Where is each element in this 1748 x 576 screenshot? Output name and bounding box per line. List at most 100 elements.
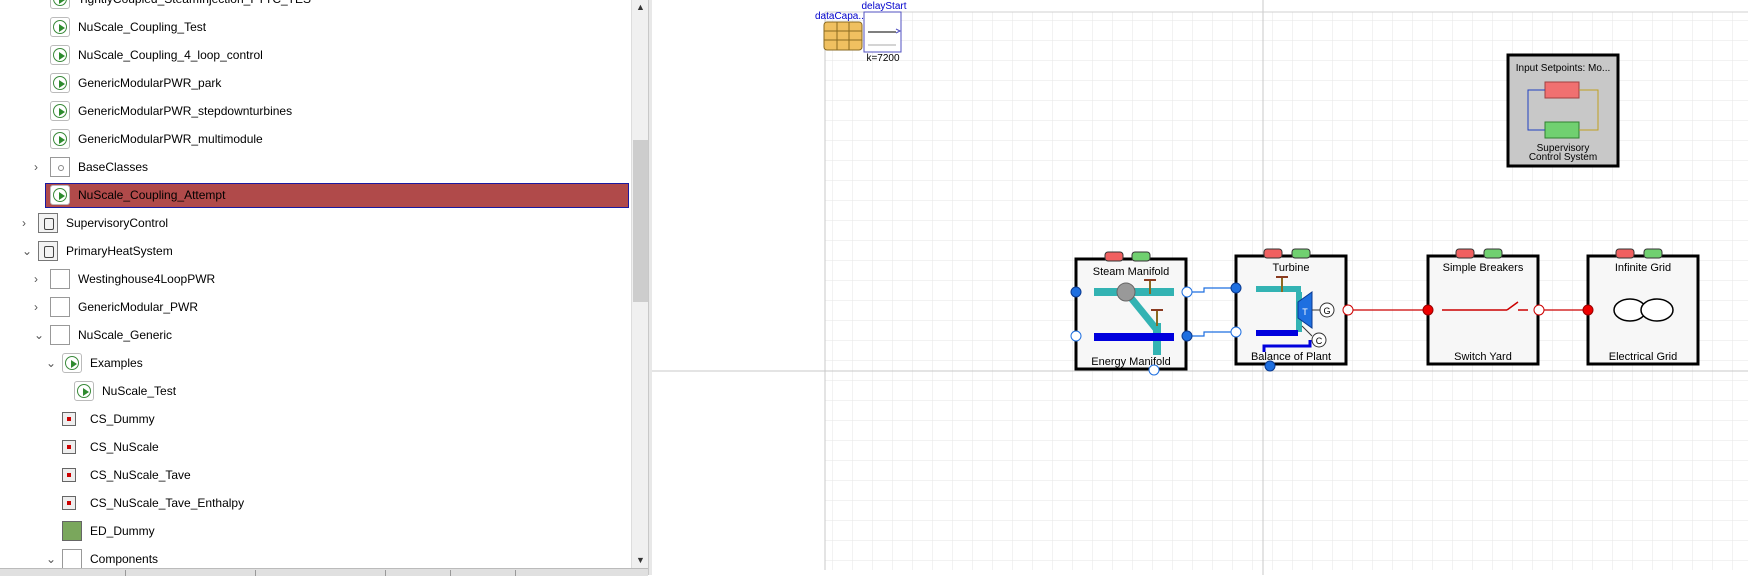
play-icon [50, 101, 70, 121]
manifold-block[interactable]: Steam Manifold Energy Manifold [1070, 251, 1193, 376]
tree-item-label: NuScale_Generic [78, 328, 173, 342]
tree-item[interactable]: ⌄ NuScale_Generic [0, 322, 632, 350]
tree-item-label: CS_NuScale [90, 440, 159, 454]
turbine-symbol: T [1302, 307, 1308, 317]
sensor-bus-green-icon [1131, 251, 1151, 262]
tree-item-label: NuScale_Coupling_Test [78, 20, 207, 34]
tree-item[interactable]: CS_NuScale [0, 434, 632, 462]
tree-item-label: GenericModularPWR_park [78, 76, 222, 90]
tree-item-label: Components [90, 552, 159, 566]
balance-of-plant-label: Balance of Plant [1251, 351, 1331, 363]
chevron-down-icon[interactable]: ⌄ [34, 328, 44, 342]
port-icon[interactable] [1070, 286, 1082, 298]
scrollbar-thumb[interactable] [633, 140, 648, 302]
delay-start-label: delayStart [861, 1, 906, 12]
tree-item-label: Examples [90, 356, 143, 370]
supervisory-name-line2: Control System [1529, 152, 1597, 163]
generator-label: G [1323, 306, 1330, 316]
tree-item[interactable]: CS_Dummy [0, 406, 632, 434]
package-icon [50, 297, 70, 317]
port-icon[interactable] [1148, 364, 1160, 376]
tree-item-label: CS_Dummy [90, 412, 155, 426]
play-icon [74, 381, 94, 401]
tree-item-label: BaseClasses [78, 160, 149, 174]
tree-item[interactable]: › BaseClasses [0, 154, 632, 182]
tree-item[interactable]: › SupervisoryControl [0, 210, 632, 238]
tree-item[interactable]: CS_NuScale_Tave_Enthalpy [0, 490, 632, 518]
supervisory-control-block[interactable]: Input Setpoints: Mo... Supervisory Contr… [1506, 53, 1620, 168]
tree-item[interactable]: GenericModularPWR_stepdownturbines [0, 98, 632, 126]
package-icon [62, 549, 82, 568]
chevron-down-icon[interactable]: ⌄ [46, 356, 56, 370]
port-icon[interactable] [1181, 286, 1193, 298]
port-icon[interactable] [1342, 304, 1354, 316]
tree-item-label: NuScale_Coupling_Attempt [78, 188, 226, 202]
play-icon [50, 17, 70, 37]
port-icon[interactable] [1230, 326, 1242, 338]
package-icon [50, 325, 70, 345]
balance-of-plant-block[interactable]: Turbine T G C Balance of Plant [1230, 248, 1354, 372]
package-icon [50, 157, 70, 177]
play-icon [62, 353, 82, 373]
play-icon [50, 73, 70, 93]
tree-item[interactable]: › GenericModular_PWR [0, 294, 632, 322]
tree-item[interactable]: NuScale_Coupling_Test [0, 14, 632, 42]
port-icon[interactable] [1533, 304, 1545, 316]
tree-item-label: CS_NuScale_Tave [90, 468, 191, 482]
gear-icon [38, 241, 58, 261]
tree-item-label: GenericModularPWR_stepdownturbines [78, 104, 293, 118]
tree-item[interactable]: › Westinghouse4LoopPWR [0, 266, 632, 294]
tree-item[interactable]: NuScale_Coupling_4_loop_control [0, 42, 632, 70]
tree-item-label: TightlyCoupled_SteamInjection_FTTC_TES [78, 0, 311, 6]
scroll-down-icon[interactable]: ▼ [635, 555, 646, 565]
tree-item[interactable]: CS_NuScale_Tave [0, 462, 632, 490]
tree-item[interactable]: GenericModularPWR_park [0, 70, 632, 98]
tree-item[interactable]: GenericModularPWR_multimodule [0, 126, 632, 154]
gear-icon [38, 213, 58, 233]
port-icon[interactable] [1264, 360, 1276, 372]
diagram-canvas[interactable]: dataCapa... delayStart k=7200 Input Setp… [652, 0, 1748, 575]
electrical-grid-block[interactable]: Infinite Grid Electrical Grid [1582, 248, 1700, 366]
tree-item-label: PrimaryHeatSystem [66, 244, 173, 258]
tree-item[interactable]: ⌄ PrimaryHeatSystem [0, 238, 632, 266]
tree-item[interactable]: NuScale_Coupling_Attempt [0, 182, 632, 210]
sensor-bus-red-icon [1615, 248, 1635, 259]
play-icon [50, 0, 70, 9]
package-icon [50, 269, 70, 289]
port-icon[interactable] [1422, 304, 1434, 316]
chevron-right-icon[interactable]: › [22, 216, 32, 230]
scroll-up-icon[interactable]: ▲ [635, 2, 646, 12]
tree-item[interactable]: ED_Dummy [0, 518, 632, 546]
tree-item[interactable]: NuScale_Test [0, 378, 632, 406]
port-icon[interactable] [1181, 330, 1193, 342]
tree-item[interactable]: ⌄ Examples [0, 350, 632, 378]
package-tree[interactable]: TightlyCoupled_SteamInjection_FTTC_TES Nu… [0, 0, 632, 568]
port-icon[interactable] [1070, 330, 1082, 342]
tree-item[interactable]: ⌄ Components [0, 546, 632, 568]
infinite-grid-label: Infinite Grid [1615, 262, 1671, 274]
tree-item-label: ED_Dummy [90, 524, 155, 538]
tree-item-label: NuScale_Test [102, 384, 177, 398]
chevron-down-icon[interactable]: ⌄ [22, 244, 32, 258]
sensor-bus-red-icon [1455, 248, 1475, 259]
port-icon[interactable] [1582, 304, 1594, 316]
port-icon[interactable] [1230, 282, 1242, 294]
tree-scrollbar[interactable]: ▲ ▼ [631, 0, 649, 568]
chevron-right-icon[interactable]: › [34, 272, 44, 286]
block-icon [62, 468, 76, 482]
sensor-bus-red-icon [1104, 251, 1124, 262]
switch-yard-block[interactable]: Simple Breakers Switch Yard [1422, 248, 1545, 366]
chevron-right-icon[interactable]: › [34, 300, 44, 314]
tree-item-label: SupervisoryControl [66, 216, 169, 230]
chevron-down-icon[interactable]: ⌄ [46, 552, 56, 566]
tree-item[interactable]: TightlyCoupled_SteamInjection_FTTC_TES [0, 0, 632, 14]
delay-start-param: k=7200 [866, 53, 900, 64]
sensor-bus-green-icon [1643, 248, 1663, 259]
chevron-right-icon[interactable]: › [34, 160, 44, 174]
tree-item-label: GenericModularPWR_multimodule [78, 132, 263, 146]
tree-item-label: Westinghouse4LoopPWR [78, 272, 216, 286]
play-icon [50, 45, 70, 65]
tree-item-label: GenericModular_PWR [78, 300, 199, 314]
play-icon [50, 129, 70, 149]
grid-icon [62, 521, 82, 541]
